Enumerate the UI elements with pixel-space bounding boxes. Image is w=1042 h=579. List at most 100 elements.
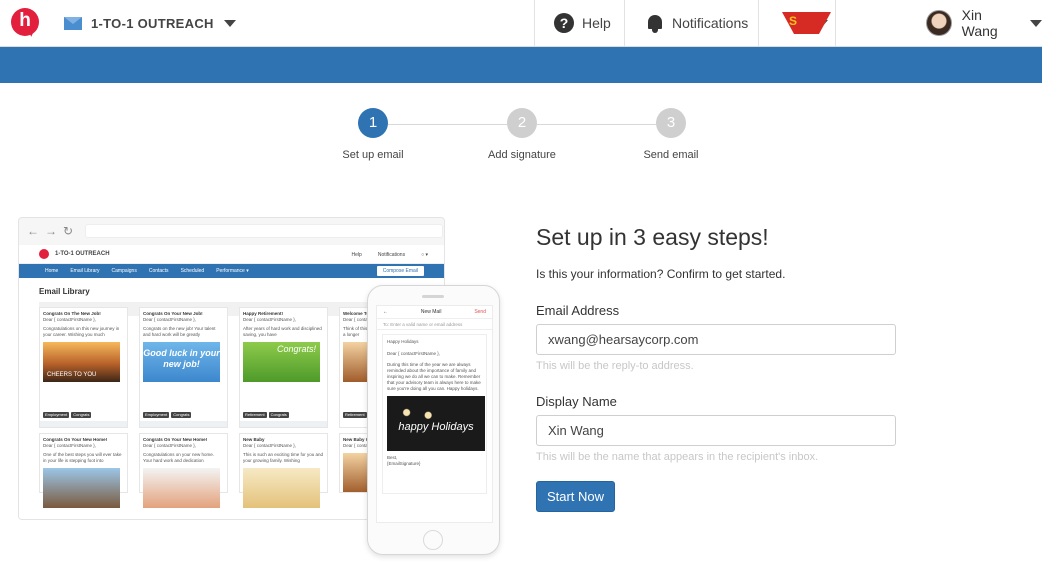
phone-illustration: ← New Mail Send To: Enter a valid name o… [367,285,500,555]
card-greeting: Dear { contactFirstName }, [143,443,197,448]
back-arrow-icon: ← [383,309,388,315]
email-field[interactable] [536,324,896,355]
email-label: Email Address [536,303,620,318]
phone-speaker [422,295,444,298]
card-body: This is such an exciting time for you an… [243,452,324,463]
user-menu[interactable]: Xin Wang [835,0,1042,46]
nav-right: ? Help Notifications S Xin Wang [534,0,1042,46]
phone-signature: {EmailSignature} [387,461,421,466]
phone-to-label: To: [383,322,390,327]
start-now-button[interactable]: Start Now [536,481,615,512]
card-body: Congrats on the new job! Your talent and… [143,326,216,337]
hearsay-logo[interactable]: h [11,8,39,36]
setup-form: Set up in 3 easy steps! Is this your inf… [536,224,896,512]
card-image [243,468,320,508]
form-subtitle: Is this your information? Confirm to get… [536,267,786,281]
card-body: One of the best steps you will ever take… [43,452,122,463]
template-card: New Baby Dear { contactFirstName }, This… [239,433,328,508]
help-label: Help [582,15,611,31]
card-tags: Retirement Congrats [243,412,289,418]
mini-main-nav: Home Email Library Campaigns Contacts Sc… [19,264,444,278]
card-footer [40,421,127,427]
mini-top-navbar: 1-TO-1 OUTREACH Help Notifications ○ ▾ [19,245,444,264]
tag: Retirement [243,412,267,418]
mini-logo [39,249,49,259]
card-tags: Employment Congrats [43,412,92,418]
card-tags: Employment Congrats [143,412,192,418]
template-card: Congrats On The New Job! Dear { contactF… [39,307,128,428]
card-image [143,468,220,508]
tag: Congrats [171,412,192,418]
card-image: Good luck in your new job! [143,342,220,382]
step-1: 1 Set up email [323,108,423,161]
phone-header-title: New Mail [420,309,442,315]
step-label: Set up email [342,149,404,161]
superman-shield-icon: S [782,12,831,34]
display-name-help-text: This will be the name that appears in th… [536,451,819,463]
mini-nav-item: Campaigns [111,268,137,274]
mini-nav-item: Performance ▾ [216,268,249,274]
card-greeting: Dear { contactFirstName }, [143,317,197,322]
user-name: Xin Wang [961,7,998,39]
help-button[interactable]: ? Help [534,0,624,46]
step-label: Send email [643,149,699,161]
card-greeting: Dear { contactFirstName }, [43,317,97,322]
phone-body: During this time of the year we are alwa… [387,362,481,391]
template-card: Happy Retirement! Dear { contactFirstNam… [239,307,328,428]
card-footer [240,421,327,427]
display-name-field[interactable] [536,415,896,446]
card-image: Congrats! [243,342,320,382]
mini-help: Help [351,251,362,258]
tag: Employment [43,412,70,418]
product-name: 1-TO-1 OUTREACH [91,15,214,31]
phone-to-field: To: Enter a valid name or email address [377,319,492,330]
phone-to-placeholder: Enter a valid name or email address [390,322,463,327]
tag: Employment [143,412,170,418]
template-card: Congrats On Your New Job! Dear { contact… [139,307,228,428]
header-band [0,47,1042,83]
account-switcher[interactable]: S [758,0,835,46]
card-greeting: Dear { contactFirstName }, [243,443,297,448]
chevron-down-icon [1030,19,1042,27]
mini-product-name: 1-TO-1 OUTREACH [55,251,110,257]
back-arrow-icon: ← [27,224,39,238]
phone-screen: ← New Mail Send To: Enter a valid name o… [376,305,493,523]
phone-mail-body: Happy Holidays Dear { contactFirstName }… [382,334,487,494]
step-number: 3 [656,108,686,138]
card-tags: Retirement [343,412,367,418]
avatar [926,10,952,36]
phone-home-button [423,530,443,550]
tag: Retirement [343,412,367,418]
url-bar [85,224,444,238]
phone-greeting: Dear { contactFirstName }, [387,351,441,356]
mini-compose-button: Compose Email [376,266,424,276]
mini-nav-item: Contacts [148,268,169,274]
chevron-down-icon [223,19,236,27]
card-greeting: Dear { contactFirstName }, [243,317,297,322]
bell-icon [646,14,664,33]
card-image [43,468,120,508]
envelope-icon [64,16,82,30]
reload-icon: ↻ [63,224,74,238]
top-navbar: h 1-TO-1 OUTREACH ? Help Notifications S… [0,0,1042,47]
template-card: Congrats On Your New Home! Dear { contac… [139,433,228,508]
card-greeting: Dear { contactFirstName }, [43,443,97,448]
mini-notifications: Notifications [377,251,406,258]
holiday-image: happy Holidays [387,396,485,451]
email-help-text: This will be the reply-to address. [536,360,694,372]
mini-user-icon: ○ ▾ [421,251,428,258]
tag: Congrats [268,412,289,418]
mini-nav-item: Scheduled [180,268,205,274]
mini-nav-item: Home [45,268,59,274]
phone-mail-header: ← New Mail Send [377,306,492,319]
step-label: Add signature [488,149,556,161]
step-2: 2 Add signature [472,108,572,161]
form-title: Set up in 3 easy steps! [536,224,769,250]
question-circle-icon: ? [554,13,574,33]
forward-arrow-icon: → [45,224,57,238]
template-card: Congrats On Your New Home! Dear { contac… [39,433,128,508]
notifications-button[interactable]: Notifications [624,0,758,46]
product-switcher[interactable]: 1-TO-1 OUTREACH [64,12,236,34]
phone-subject: Happy Holidays [387,339,419,344]
step-number: 2 [507,108,537,138]
